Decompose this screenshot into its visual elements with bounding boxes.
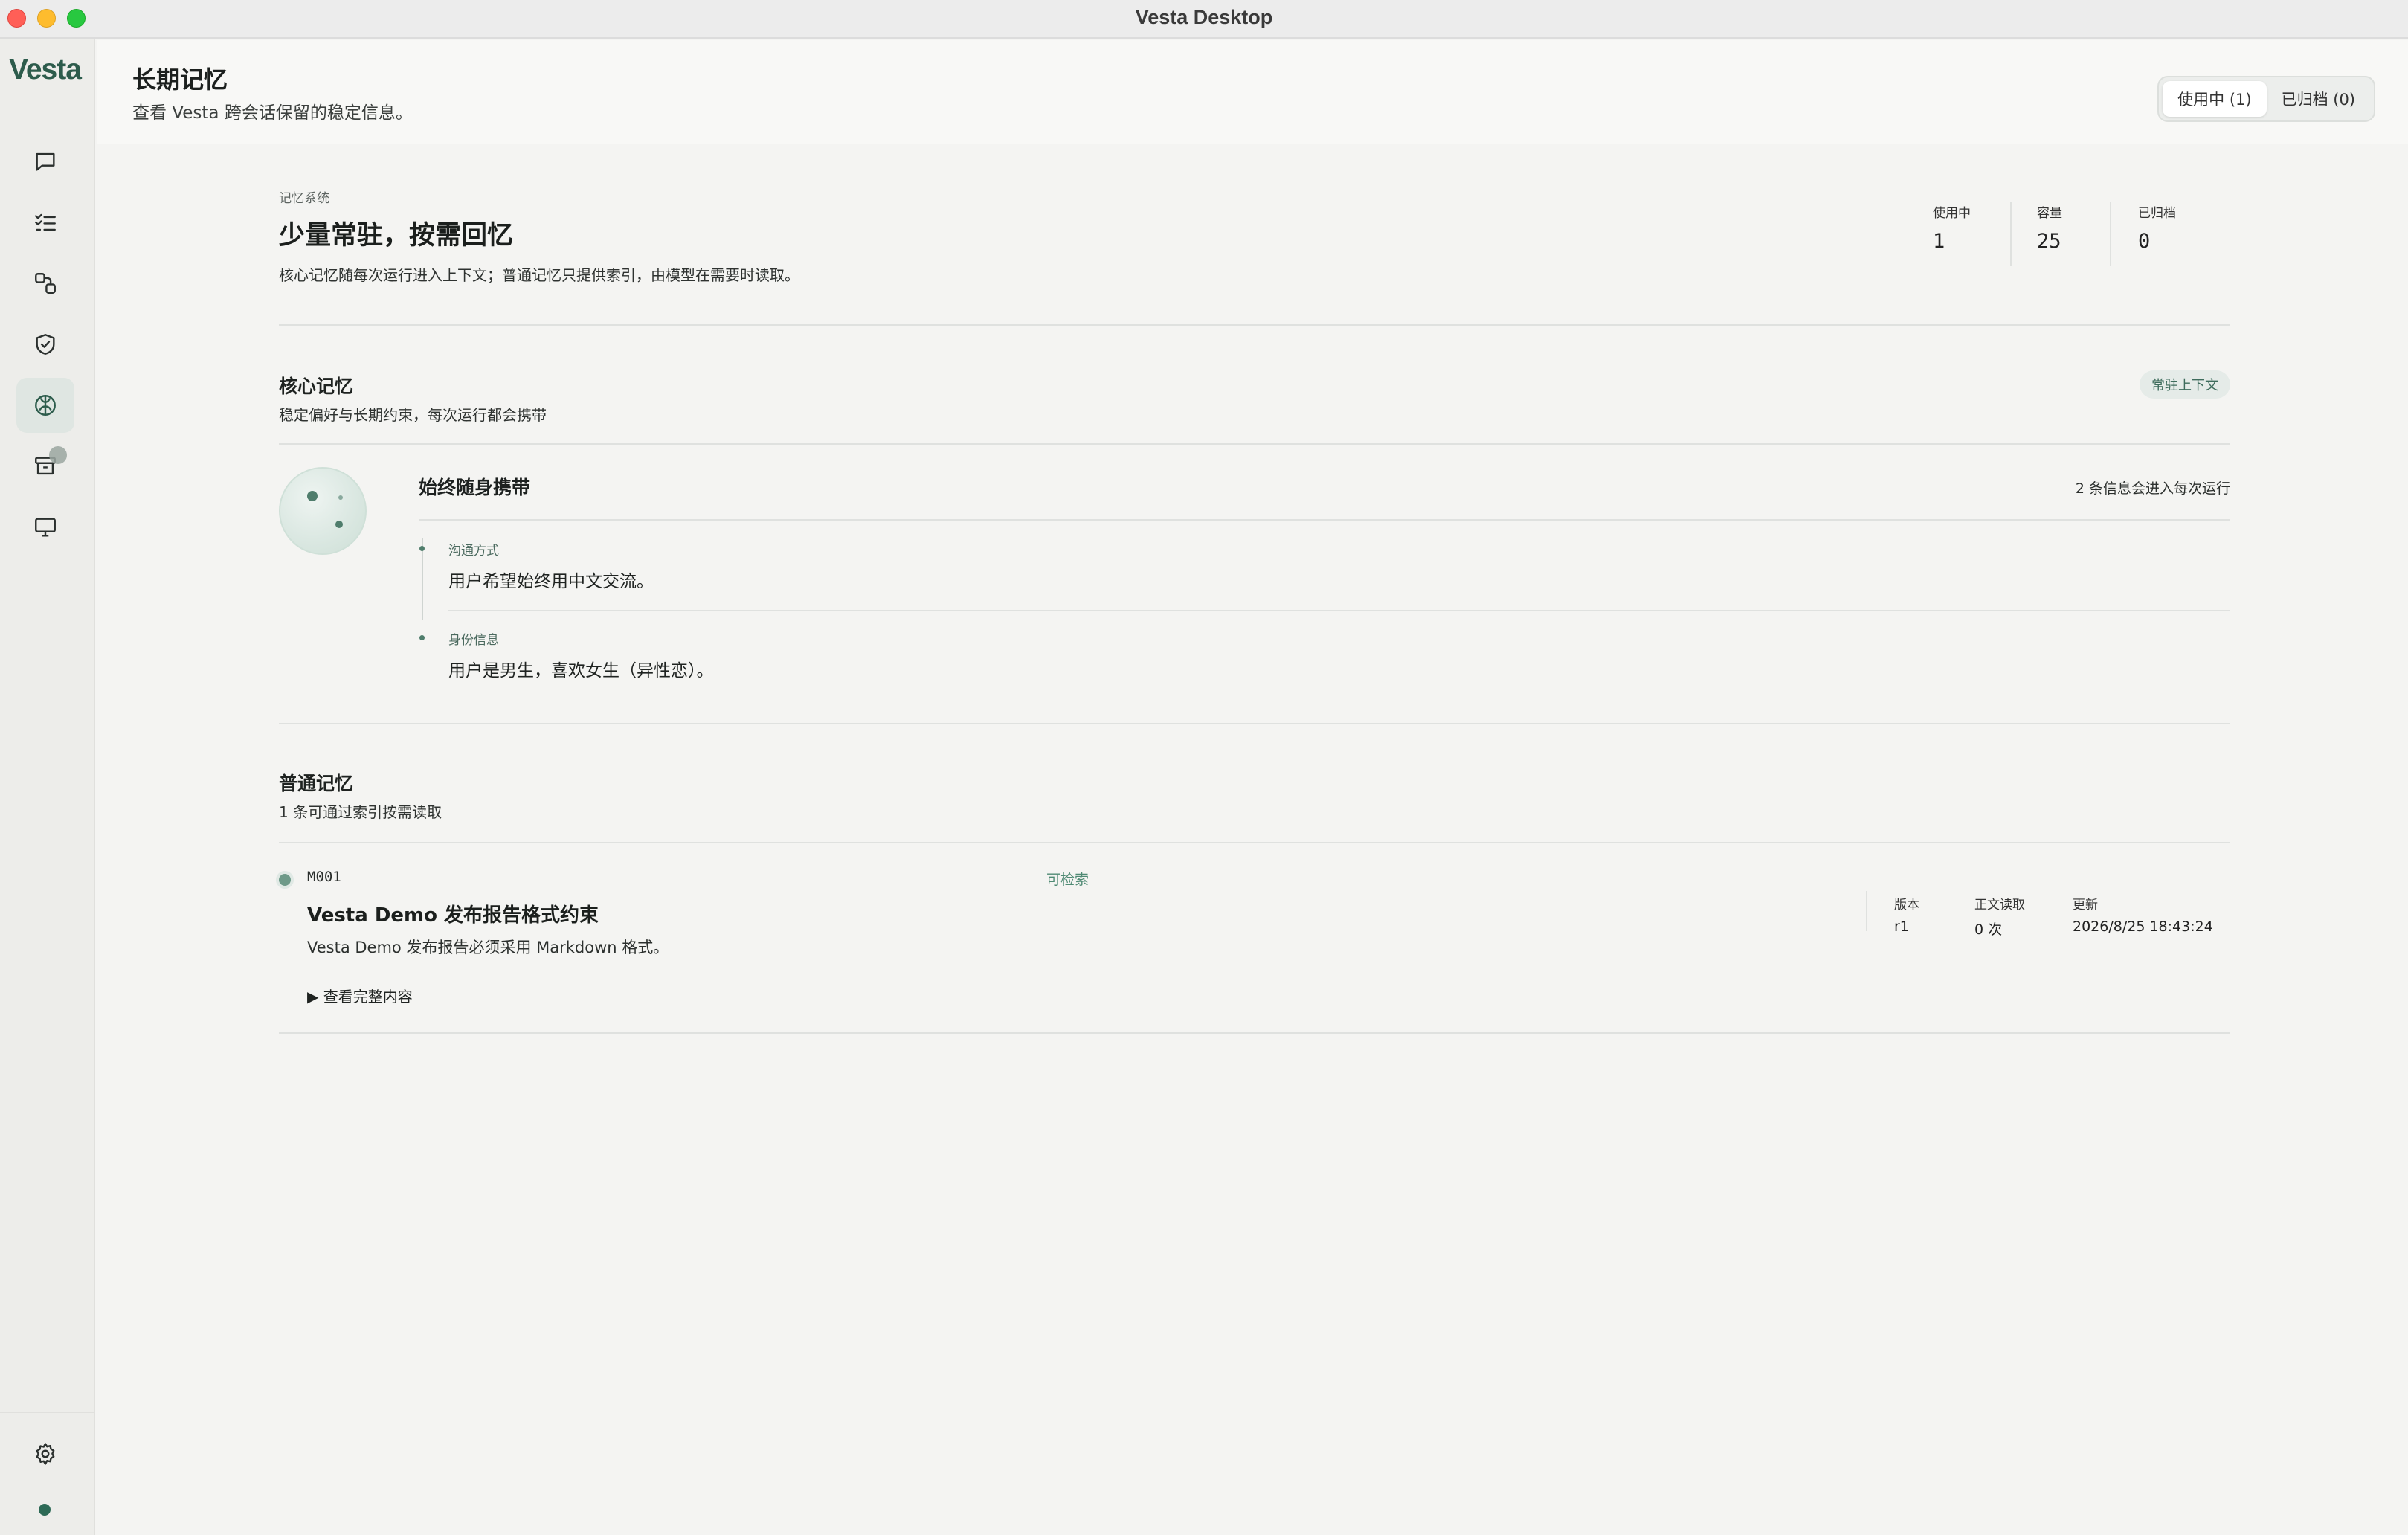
sidebar-item-tasks[interactable] (16, 195, 74, 250)
memory-entry-text: 用户希望始终用中文交流。 (448, 572, 654, 591)
memory-description: Vesta Demo 发布报告必须采用 Markdown 格式。 (307, 939, 669, 956)
meta-reads: 正文读取 0 次 (1974, 894, 2025, 939)
overview-eyebrow: 记忆系统 (279, 191, 329, 206)
core-memory-orb (279, 467, 367, 555)
entry-divider (448, 610, 2230, 611)
stat-value: 25 (2037, 230, 2061, 253)
card-divider (419, 519, 2230, 521)
overview-description: 核心记忆随每次运行进入上下文；普通记忆只提供索引，由模型在需要时读取。 (279, 266, 799, 284)
stat-divider (2110, 202, 2111, 266)
status-segmented-control: 使用中 (1) 已归档 (0) (2157, 76, 2375, 122)
monitor-icon (35, 518, 56, 537)
stat-archived: 已归档 0 (2138, 202, 2176, 269)
stat-label: 使用中 (1933, 206, 1971, 221)
section-divider (279, 1032, 2230, 1034)
meta-divider (1866, 891, 1867, 931)
window-title: Vesta Desktop (1135, 6, 1273, 28)
chat-bubble-icon (36, 152, 55, 171)
page-title: 长期记忆 (132, 65, 228, 94)
core-section-title: 核心记忆 (279, 376, 354, 397)
memory-entry-label: 身份信息 (448, 633, 499, 648)
title-bar: Vesta Desktop (0, 0, 2408, 39)
gear-icon (36, 1443, 55, 1465)
regular-section-title: 普通记忆 (279, 773, 354, 794)
app-window: Vesta Desktop Vesta 长期记忆 查看 Vesta 跨会话保留的… (0, 0, 2408, 1535)
sidebar-item-settings[interactable] (16, 1426, 74, 1481)
stat-value: 0 (2138, 230, 2151, 253)
sidebar-item-chat[interactable] (16, 134, 74, 189)
meta-label: 正文读取 (1974, 898, 2025, 913)
core-section-subtitle: 稳定偏好与长期约束，每次运行都会携带 (279, 406, 547, 424)
page-subtitle: 查看 Vesta 跨会话保留的稳定信息。 (132, 103, 413, 123)
stat-divider (2010, 202, 2012, 266)
meta-updated: 更新 2026/8/25 18:43:24 (2073, 894, 2213, 935)
connection-status-dot (39, 1504, 51, 1516)
memory-title: Vesta Demo 发布报告格式约束 (307, 904, 599, 927)
stat-value: 1 (1933, 230, 1945, 253)
page-header: 长期记忆 查看 Vesta 跨会话保留的稳定信息。 使用中 (1) 已归档 (0… (97, 40, 2408, 144)
sidebar: Vesta (0, 39, 95, 1535)
stat-capacity: 容量 25 (2037, 202, 2062, 269)
list-item-status-dot (279, 874, 291, 886)
core-card-meta: 2 条信息会进入每次运行 (2075, 480, 2230, 497)
section-divider (279, 443, 2230, 445)
section-divider (279, 842, 2230, 843)
meta-value: 0 次 (1974, 921, 2003, 938)
regular-section-subtitle: 1 条可通过索引按需读取 (279, 803, 442, 821)
notification-dot (49, 446, 67, 464)
meta-version: 版本 r1 (1894, 894, 1919, 935)
timeline-dot (419, 546, 425, 551)
shield-check-icon (36, 334, 55, 355)
timeline-dot (419, 635, 425, 640)
section-divider (279, 324, 2230, 326)
memory-entry-label: 沟通方式 (448, 544, 499, 559)
searchable-badge: 可检索 (1046, 872, 1089, 888)
stat-label: 已归档 (2138, 206, 2176, 221)
stat-active: 使用中 1 (1933, 202, 1971, 269)
sidebar-item-memory[interactable] (16, 378, 74, 433)
meta-label: 版本 (1894, 898, 1919, 913)
meta-label: 更新 (2073, 898, 2098, 913)
stat-label: 容量 (2037, 206, 2062, 221)
sidebar-item-desktop[interactable] (16, 500, 74, 555)
overview-title: 少量常驻，按需回忆 (279, 221, 514, 251)
section-divider (279, 723, 2230, 724)
tab-active[interactable]: 使用中 (1) (2163, 81, 2267, 117)
meta-value: r1 (1894, 918, 1909, 935)
status-badge: 常驻上下文 (2140, 370, 2230, 399)
stats-bar: 使用中 1 容量 25 已归档 0 (1933, 202, 2230, 269)
sidebar-divider (0, 1412, 94, 1413)
brand-logo: Vesta (9, 54, 82, 86)
view-full-content-toggle[interactable]: ▶ 查看完整内容 (307, 985, 413, 1006)
brain-icon (35, 395, 56, 416)
memory-entry-text: 用户是男生，喜欢女生（异性恋）。 (448, 661, 714, 680)
workflow-icon (35, 273, 56, 294)
sidebar-item-permissions[interactable] (16, 317, 74, 372)
checklist-icon (35, 213, 56, 231)
sidebar-item-archive[interactable] (16, 439, 74, 494)
meta-value: 2026/8/25 18:43:24 (2073, 918, 2213, 935)
core-card-title: 始终随身携带 (419, 477, 531, 498)
sidebar-item-workflows[interactable] (16, 256, 74, 311)
memory-id: M001 (307, 869, 341, 885)
tab-archived[interactable]: 已归档 (0) (2267, 81, 2370, 117)
